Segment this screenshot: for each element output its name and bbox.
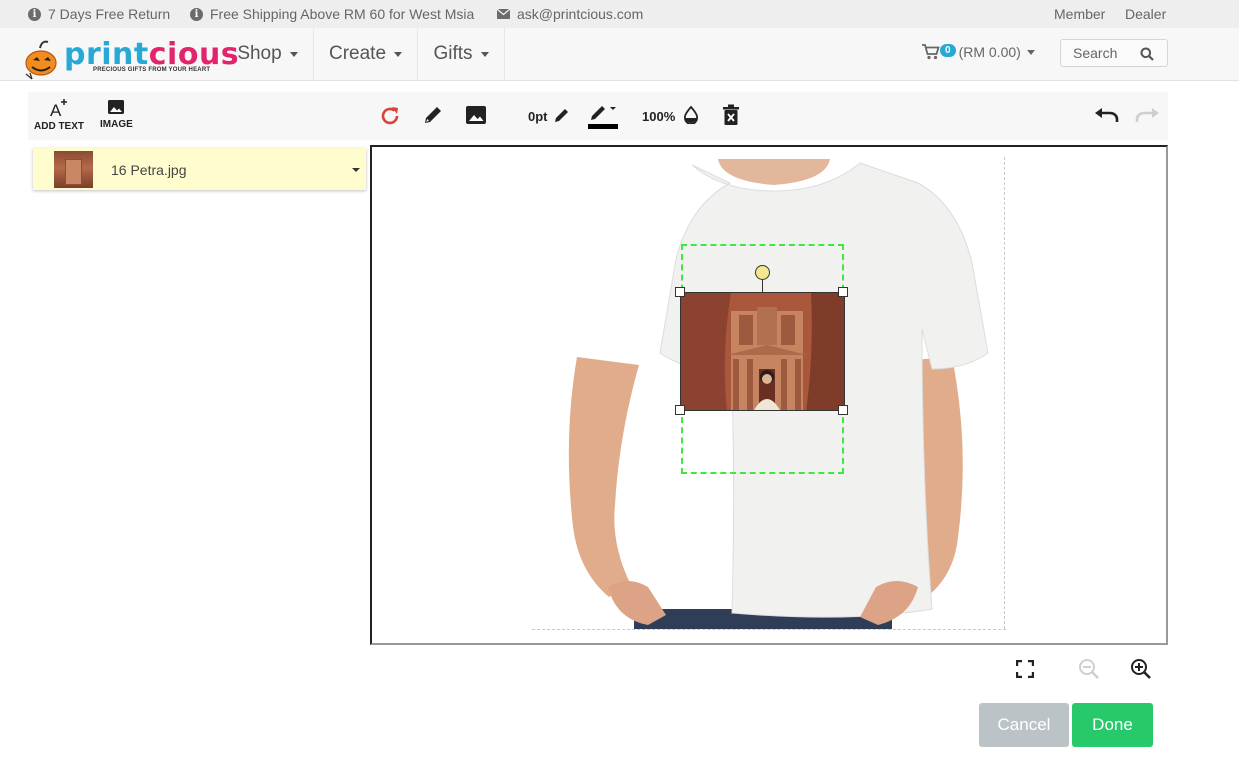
- search-label: Search: [1073, 45, 1118, 61]
- caret-down-icon: [1026, 49, 1035, 55]
- zoom-out-icon[interactable]: [1078, 658, 1100, 680]
- design-canvas[interactable]: [370, 145, 1168, 645]
- image-label: IMAGE: [100, 119, 133, 130]
- add-image-button[interactable]: IMAGE: [100, 98, 133, 130]
- nav-create-menu[interactable]: Create: [314, 28, 418, 80]
- resize-handle-bottom-right[interactable]: [838, 405, 848, 415]
- selected-image-object[interactable]: [680, 292, 845, 411]
- cancel-button[interactable]: Cancel: [979, 703, 1069, 747]
- cart-count-badge: 0: [940, 43, 956, 57]
- printcious-logo[interactable]: printcious PRECIOUS GIFTS FROM YOUR HEAR…: [22, 34, 239, 80]
- fill-color-icon[interactable]: [586, 100, 620, 130]
- add-text-icon: A: [50, 99, 67, 118]
- fullscreen-icon[interactable]: [1016, 660, 1034, 678]
- pen-icon[interactable]: [553, 107, 570, 124]
- cart-dropdown[interactable]: 0 (RM 0.00): [922, 43, 1035, 60]
- caret-down-icon: [480, 51, 489, 57]
- free-shipping-info: i Free Shipping Above RM 60 for West Msi…: [190, 6, 474, 22]
- canvas-guide-vertical: [1004, 157, 1005, 629]
- done-button[interactable]: Done: [1072, 703, 1153, 747]
- resize-handle-top-right[interactable]: [838, 287, 848, 297]
- logo-tagline: PRECIOUS GIFTS FROM YOUR HEART: [93, 67, 211, 73]
- nav-gifts-label: Gifts: [433, 43, 473, 64]
- zoom-in-icon[interactable]: [1130, 658, 1152, 680]
- top-info-bar: i 7 Days Free Return i Free Shipping Abo…: [0, 0, 1239, 28]
- info-icon: i: [190, 7, 203, 21]
- add-text-label: ADD TEXT: [34, 121, 84, 132]
- info-icon: i: [28, 7, 41, 21]
- pencil-icon[interactable]: [422, 104, 444, 126]
- pumpkin-mascot-icon: [25, 40, 57, 80]
- petra-photo: [681, 293, 844, 410]
- main-navbar: printcious PRECIOUS GIFTS FROM YOUR HEAR…: [0, 28, 1239, 81]
- email-link[interactable]: ask@printcious.com: [517, 6, 643, 22]
- svg-text:A: A: [50, 101, 62, 118]
- editor-toolbar: A ADD TEXT IMAGE 0pt 100%: [28, 92, 1168, 140]
- search-box[interactable]: Search: [1060, 39, 1168, 67]
- image-icon: [108, 100, 125, 114]
- undo-icon[interactable]: [1094, 107, 1120, 125]
- layer-item-image[interactable]: 16 Petra.jpg: [33, 148, 366, 190]
- canvas-guide-horizontal: [532, 629, 1006, 630]
- rotation-handle[interactable]: [755, 265, 770, 280]
- envelope-icon: [497, 9, 510, 19]
- nav-create-label: Create: [328, 43, 387, 64]
- rotation-stem: [762, 279, 763, 293]
- nav-gifts-menu[interactable]: Gifts: [418, 28, 505, 80]
- email-info[interactable]: ask@printcious.com: [497, 6, 643, 22]
- resize-handle-bottom-left[interactable]: [675, 405, 685, 415]
- caret-down-icon[interactable]: [352, 168, 360, 172]
- opacity-drop-icon[interactable]: [683, 106, 699, 124]
- dealer-link[interactable]: Dealer: [1125, 6, 1166, 22]
- rotate-icon[interactable]: [379, 105, 401, 127]
- delete-icon[interactable]: [721, 104, 741, 126]
- layer-name: 16 Petra.jpg: [111, 162, 187, 178]
- opacity-value[interactable]: 100%: [642, 109, 675, 124]
- replace-image-icon[interactable]: [465, 104, 487, 126]
- free-return-text: 7 Days Free Return: [48, 6, 171, 22]
- stroke-width-value[interactable]: 0pt: [528, 109, 548, 124]
- shopping-cart-icon: [922, 44, 940, 60]
- zoom-controls: [1010, 656, 1168, 686]
- add-text-button[interactable]: A ADD TEXT: [34, 98, 84, 132]
- member-link[interactable]: Member: [1054, 6, 1105, 22]
- resize-handle-top-left[interactable]: [675, 287, 685, 297]
- free-return-info: i 7 Days Free Return: [28, 6, 170, 22]
- free-shipping-text: Free Shipping Above RM 60 for West Msia: [210, 6, 475, 22]
- nav-shop-label: Shop: [237, 43, 282, 64]
- nav-shop-menu[interactable]: Shop: [222, 28, 314, 80]
- search-icon[interactable]: [1140, 47, 1154, 61]
- cart-total: (RM 0.00): [958, 44, 1021, 60]
- layer-thumbnail: [54, 151, 93, 188]
- redo-icon[interactable]: [1134, 107, 1160, 125]
- caret-down-icon: [394, 51, 403, 57]
- caret-down-icon: [289, 51, 298, 57]
